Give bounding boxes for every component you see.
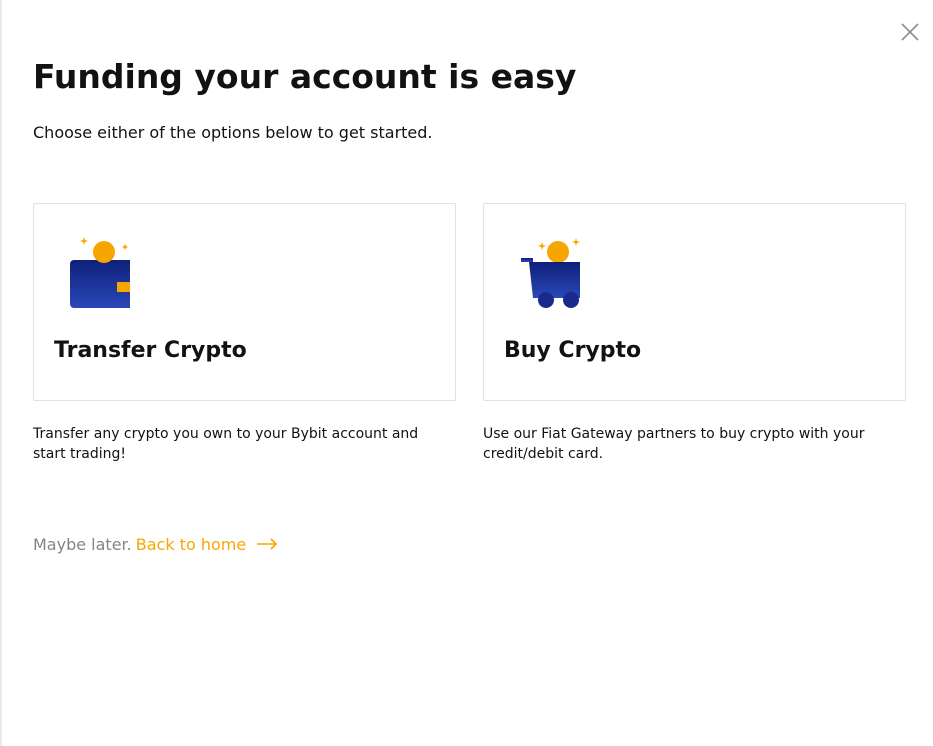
close-icon: [901, 23, 919, 41]
modal-subtitle: Choose either of the options below to ge…: [33, 123, 433, 142]
maybe-later-row: Maybe later. Back to home: [33, 535, 278, 554]
buy-crypto-card[interactable]: Buy Crypto: [483, 203, 906, 401]
transfer-crypto-title: Transfer Crypto: [54, 338, 247, 363]
modal-title: Funding your account is easy: [33, 57, 577, 96]
transfer-crypto-description: Transfer any crypto you own to your Bybi…: [33, 426, 419, 462]
buy-crypto-title: Buy Crypto: [504, 338, 642, 363]
transfer-crypto-card[interactable]: Transfer Crypto: [33, 203, 456, 401]
wallet-coin-icon: [70, 237, 130, 308]
maybe-later-text: Maybe later.: [33, 535, 132, 554]
buy-crypto-description: Use our Fiat Gateway partners to buy cry…: [483, 426, 865, 462]
back-to-home-link[interactable]: Back to home: [136, 535, 246, 554]
funding-modal: Funding your account is easy Choose eith…: [2, 0, 933, 746]
close-button[interactable]: [900, 22, 920, 42]
arrow-right-icon[interactable]: [256, 538, 278, 550]
shopping-cart-coin-icon: [521, 238, 580, 308]
